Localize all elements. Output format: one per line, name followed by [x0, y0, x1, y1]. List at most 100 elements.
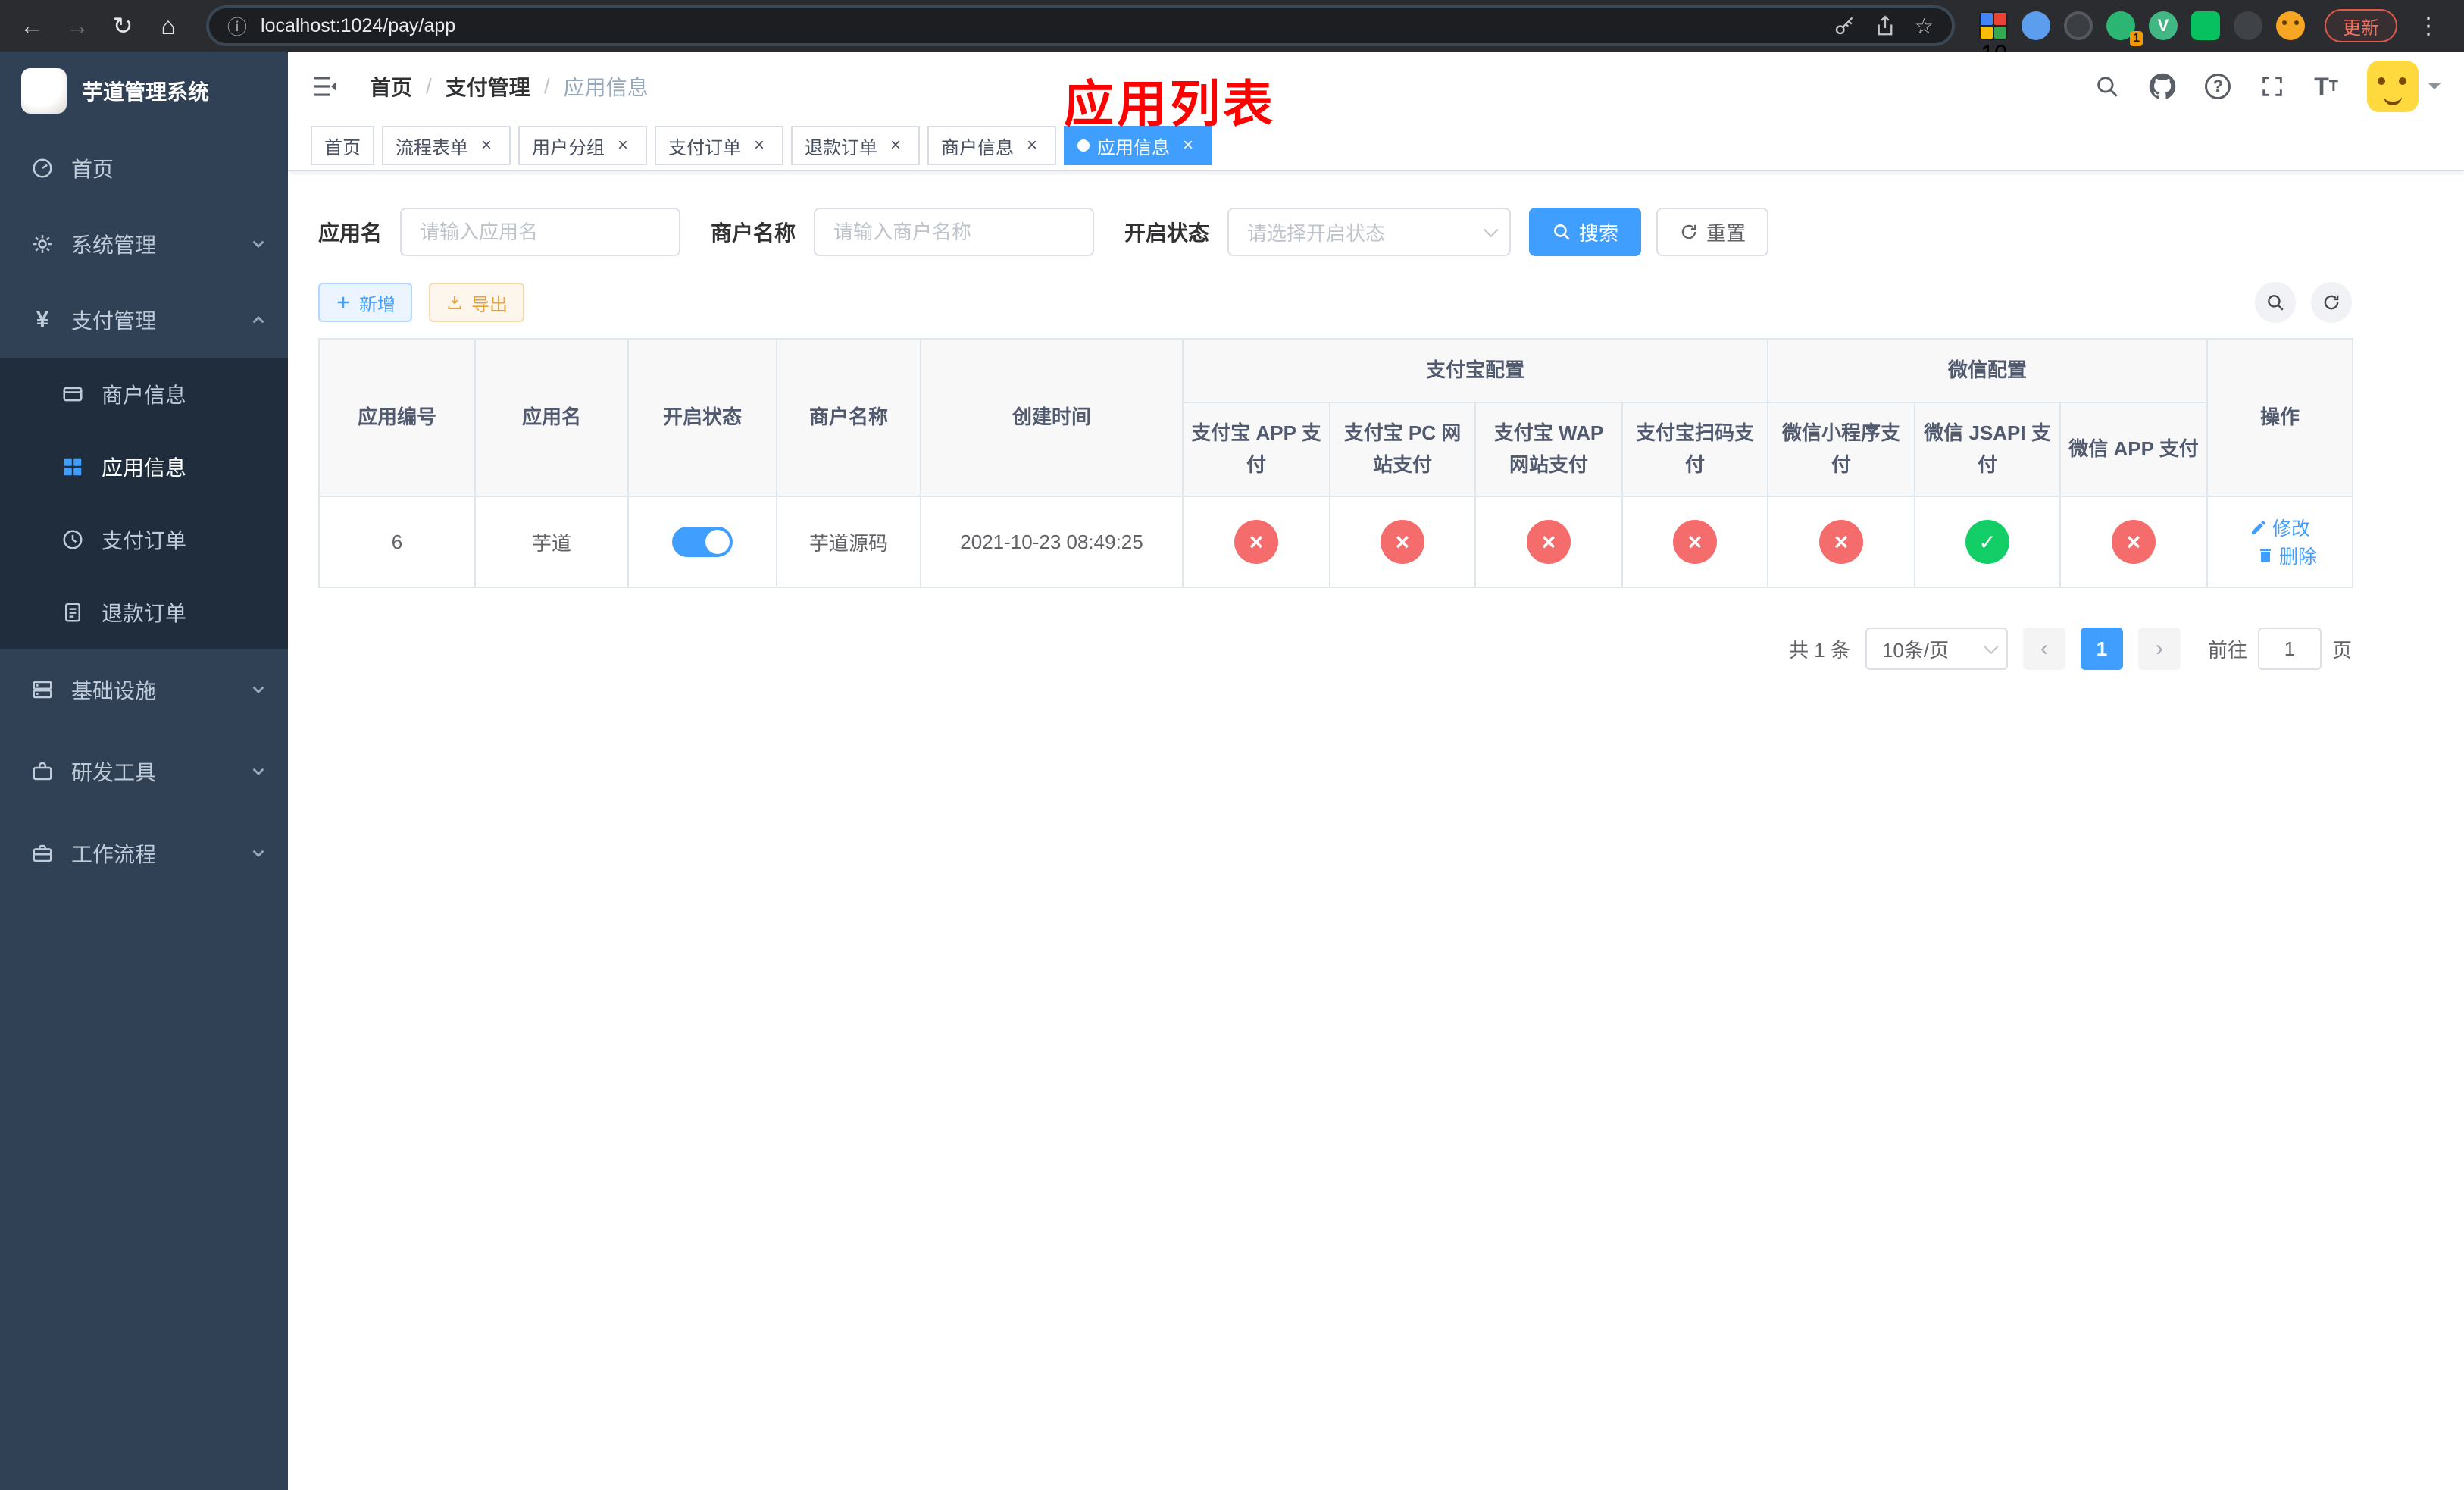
chevron-down-icon	[250, 681, 267, 698]
breadcrumb: 首页 / 支付管理 / 应用信息	[370, 71, 649, 102]
extension-icon[interactable]	[2191, 11, 2220, 40]
tab-merchant-info[interactable]: 商户信息 ×	[927, 126, 1056, 165]
chevron-down-icon	[250, 763, 267, 780]
tab-close-icon[interactable]: ×	[1177, 135, 1199, 156]
breadcrumb-separator: /	[543, 74, 550, 98]
cell-app-name: 芋道	[474, 496, 629, 588]
site-info-icon[interactable]: ⓘ	[227, 12, 247, 40]
sidebar-toggle-icon[interactable]	[311, 70, 344, 103]
forward-icon[interactable]: →	[58, 6, 97, 45]
help-icon[interactable]: ?	[2205, 74, 2231, 99]
search-button[interactable]: 搜索	[1529, 208, 1642, 256]
chevron-down-icon	[1983, 639, 1999, 655]
sidebar-item-app-info[interactable]: 应用信息	[0, 430, 288, 503]
refresh-button[interactable]	[2311, 282, 2352, 323]
password-key-icon[interactable]	[1833, 14, 1856, 37]
search-icon[interactable]	[2094, 74, 2120, 99]
group-header-alipay: 支付宝配置	[1181, 338, 1769, 403]
delete-link-label: 删除	[2279, 546, 2318, 568]
breadcrumb-current: 应用信息	[563, 76, 649, 99]
tab-close-icon[interactable]: ×	[1021, 135, 1043, 156]
font-size-icon[interactable]: TT	[2314, 73, 2338, 101]
merchant-name-input[interactable]	[814, 208, 1095, 256]
sidebar-item-label: 研发工具	[71, 761, 157, 784]
sidebar-item-refund-order[interactable]: 退款订单	[0, 576, 288, 649]
sidebar-item-merchant-info[interactable]: 商户信息	[0, 358, 288, 430]
table-toolbar: 新增 导出	[318, 282, 2352, 323]
sidebar-item-label: 商户信息	[102, 383, 187, 407]
tag-view-bar: 首页 流程表单 × 用户分组 × 支付订单 × 退款订单 × 商户信息 × 应用…	[288, 121, 2464, 171]
sidebar-item-workflow[interactable]: 工作流程	[0, 812, 288, 894]
sidebar-item-pay-order[interactable]: 支付订单	[0, 503, 288, 576]
status-toggle[interactable]	[672, 527, 733, 557]
chevron-down-icon	[1483, 222, 1499, 238]
sidebar-item-payment[interactable]: ¥ 支付管理	[0, 282, 288, 358]
address-bar[interactable]: ⓘ localhost:1024/pay/app ☆	[206, 5, 1955, 46]
bookmark-star-icon[interactable]: ☆	[1915, 14, 1934, 39]
browser-menu-icon[interactable]: ⋮	[2411, 13, 2446, 39]
breadcrumb-payment[interactable]: 支付管理	[446, 71, 530, 102]
profile-avatar-icon[interactable]	[2276, 11, 2305, 40]
share-icon[interactable]	[1874, 14, 1896, 37]
wx-app-status-icon	[2112, 520, 2156, 564]
back-icon[interactable]: ←	[12, 6, 52, 45]
prev-page-button[interactable]: ‹	[2022, 628, 2065, 670]
extension-grid-icon[interactable]: 10	[1979, 11, 2008, 67]
sidebar-logo[interactable]: 芋道管理系统	[0, 52, 288, 130]
sidebar-item-label: 工作流程	[71, 843, 157, 866]
page-size-select[interactable]: 10条/页	[1865, 628, 2008, 670]
tab-home[interactable]: 首页	[311, 126, 374, 165]
tab-close-icon[interactable]: ×	[885, 135, 906, 156]
home-icon[interactable]: ⌂	[149, 6, 188, 45]
tab-pay-order[interactable]: 支付订单 ×	[655, 126, 783, 165]
status-select[interactable]: 请选择开启状态	[1227, 208, 1512, 256]
tab-refund-order[interactable]: 退款订单 ×	[791, 126, 920, 165]
page-number-active[interactable]: 1	[2080, 628, 2123, 670]
delete-link[interactable]: 删除	[2256, 542, 2317, 569]
dashboard-icon	[30, 156, 55, 180]
sidebar: 芋道管理系统 首页 系统管理 ¥ 支付管理 商户信息 应用信息 支付订单 退款订…	[0, 52, 288, 1490]
toolbox-icon	[30, 759, 55, 784]
sidebar-item-label: 基础设施	[71, 679, 157, 703]
reset-button-label: 重置	[1706, 221, 1746, 245]
toggle-search-button[interactable]	[2255, 282, 2296, 323]
tab-process-form[interactable]: 流程表单 ×	[382, 126, 511, 165]
goto-page-input[interactable]	[2257, 628, 2322, 670]
wx-mini-status-icon	[1819, 520, 1864, 564]
tab-app-info[interactable]: 应用信息 ×	[1064, 126, 1212, 165]
tab-label: 应用信息	[1097, 137, 1170, 158]
tab-close-icon[interactable]: ×	[476, 135, 497, 156]
extension-icon[interactable]: 1	[2106, 11, 2143, 46]
sidebar-item-infrastructure[interactable]: 基础设施	[0, 649, 288, 731]
export-button[interactable]: 导出	[429, 283, 524, 322]
next-page-button[interactable]: ›	[2137, 628, 2181, 670]
edit-link[interactable]: 修改	[2250, 514, 2310, 541]
sidebar-item-system[interactable]: 系统管理	[0, 206, 288, 282]
alipay-wap-status-icon	[1527, 520, 1571, 564]
tab-close-icon[interactable]: ×	[612, 135, 633, 156]
user-menu[interactable]	[2367, 61, 2441, 112]
add-button[interactable]: 新增	[318, 283, 412, 322]
fullscreen-icon[interactable]	[2259, 74, 2285, 99]
sidebar-item-devtools[interactable]: 研发工具	[0, 731, 288, 812]
cell-created-at: 2021-10-23 08:49:25	[920, 496, 1184, 588]
tab-user-group[interactable]: 用户分组 ×	[518, 126, 647, 165]
breadcrumb-home[interactable]: 首页	[370, 71, 412, 102]
edit-link-label: 修改	[2272, 518, 2311, 540]
extension-icon[interactable]	[2064, 11, 2093, 40]
update-button[interactable]: 更新	[2325, 9, 2397, 42]
sidebar-item-home[interactable]: 首页	[0, 130, 288, 206]
extension-icon[interactable]	[2022, 11, 2050, 40]
col-header-app-id: 应用编号	[318, 338, 476, 497]
reset-button[interactable]: 重置	[1656, 208, 1769, 256]
github-icon[interactable]	[2149, 73, 2176, 100]
reload-icon[interactable]: ↻	[103, 6, 142, 45]
page-body: 应用名 商户名称 开启状态 请选择开启状态 搜索	[288, 171, 2464, 1490]
export-button-label: 导出	[471, 294, 508, 315]
tab-close-icon[interactable]: ×	[749, 135, 770, 156]
vue-devtools-icon[interactable]: V	[2149, 11, 2178, 40]
document-icon	[61, 600, 85, 624]
col-header-wx-app: 微信 APP 支付	[2059, 402, 2209, 497]
app-name-input[interactable]	[400, 208, 681, 256]
extension-icon[interactable]	[2234, 11, 2262, 40]
